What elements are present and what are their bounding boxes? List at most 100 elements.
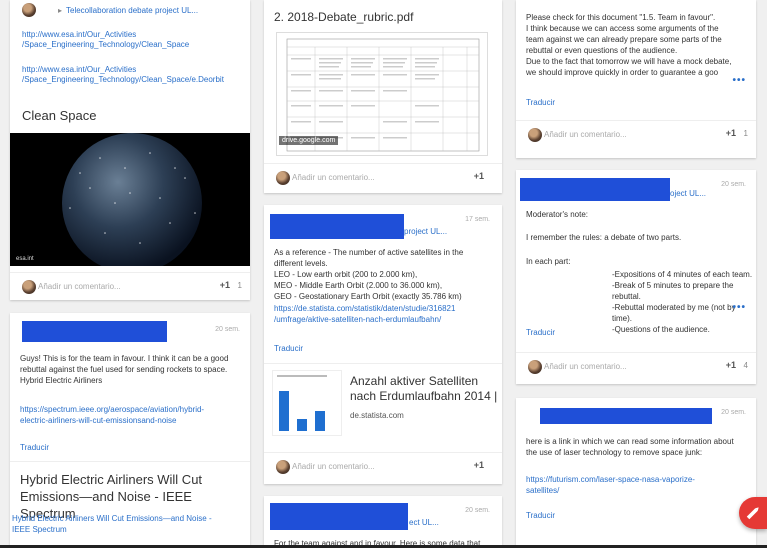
community-link[interactable]: oject UL... xyxy=(670,189,706,198)
avatar[interactable] xyxy=(22,3,36,17)
pdf-preview[interactable]: drive.google.com xyxy=(276,32,488,156)
translate-link[interactable]: Traducir xyxy=(526,328,555,337)
plus-one-button[interactable]: +1 xyxy=(474,171,484,181)
text-line: GEO - Geostationary Earth Orbit (exactly… xyxy=(274,292,462,301)
community-link[interactable]: Telecollaboration debate project UL... xyxy=(66,6,198,15)
plus-one-button[interactable]: +1 xyxy=(474,460,484,470)
ieee-link[interactable]: https://spectrum.ieee.org/aerospace/avia… xyxy=(20,404,204,426)
statista-chart-thumbnail[interactable] xyxy=(272,370,342,436)
avatar xyxy=(528,128,542,142)
redacted-author xyxy=(270,214,404,239)
post-time: 17 sem. xyxy=(465,216,490,223)
preview-divider xyxy=(10,461,250,462)
image-source-label: esa.int xyxy=(16,256,34,262)
comment-input[interactable]: Añadir un comentario... xyxy=(38,282,121,291)
redacted-author xyxy=(22,321,167,342)
link-line: /umfrage/aktive-satelliten-nach-erdumlau… xyxy=(274,315,442,324)
avatar xyxy=(276,460,290,474)
post-card-laser-space-junk: 20 sem. here is a link in which we can r… xyxy=(516,398,756,548)
text-line: Please check for this document "1.5. Tea… xyxy=(526,13,716,22)
community-link[interactable]: project UL... xyxy=(404,227,447,236)
plus-one-count: 1 xyxy=(743,129,748,138)
link-line: IEEE Spectrum xyxy=(12,525,67,534)
text-line: we should improve quickly in order to gu… xyxy=(526,68,719,77)
comment-row: Añadir un comentario... +1 xyxy=(264,163,502,191)
post-text: As a reference - The number of active sa… xyxy=(274,247,463,302)
translate-link[interactable]: Traducir xyxy=(20,443,49,452)
plus-one-button[interactable]: +1 xyxy=(726,360,736,370)
link-line: electric-airliners-will-cut-emissionsand… xyxy=(20,416,177,425)
link-line: Hybrid Electric Airliners Will Cut Emiss… xyxy=(12,514,212,523)
translate-link[interactable]: Traducir xyxy=(274,344,303,353)
document-source-label: drive.google.com xyxy=(279,136,339,145)
text-line: rebuttal or even questions of the audien… xyxy=(526,46,678,55)
plus-one-button[interactable]: +1 xyxy=(220,280,230,290)
earth-preview-image[interactable]: esa.int xyxy=(10,133,250,273)
post-card-team-in-favour: Please check for this document "1.5. Tea… xyxy=(516,0,756,158)
esa-link-1[interactable]: http://www.esa.int/Our_Activities /Space… xyxy=(22,30,189,50)
title-line: Hybrid Electric Airliners Will Cut xyxy=(20,472,203,487)
comment-row: Añadir un comentario... +1 1 xyxy=(10,272,250,300)
more-button[interactable]: ••• xyxy=(732,75,746,86)
avatar xyxy=(528,360,542,374)
plus-one-count: 1 xyxy=(237,281,242,290)
link-line: https://de.statista.com/statistik/daten/… xyxy=(274,304,456,313)
post-time: 20 sem. xyxy=(721,409,746,416)
comment-row: Añadir un comentario... +1 1 xyxy=(516,120,756,148)
futurism-link[interactable]: https://futurism.com/laser-space-nasa-va… xyxy=(526,474,695,496)
earth-debris-illustration xyxy=(62,133,202,273)
redacted-author xyxy=(270,503,408,530)
plus-one-count: 4 xyxy=(743,361,748,370)
breadcrumb-arrow-icon: ▸ xyxy=(58,6,63,15)
translate-link[interactable]: Traducir xyxy=(526,98,555,107)
preview-link[interactable]: Hybrid Electric Airliners Will Cut Emiss… xyxy=(12,513,212,535)
post-text: here is a link in which we can read some… xyxy=(526,436,734,458)
post-text: Guys! This is for the team in favour. I … xyxy=(20,353,228,386)
community-link[interactable]: ect UL... xyxy=(409,518,439,527)
each-part-label: In each part: xyxy=(526,257,571,266)
post-time: 20 sem. xyxy=(721,181,746,188)
avatar xyxy=(276,171,290,185)
post-card-satellites: project UL... 17 sem. As a reference - T… xyxy=(264,205,502,484)
preview-title[interactable]: Clean Space xyxy=(22,108,96,123)
translate-link[interactable]: Traducir xyxy=(526,511,555,520)
post-card-rubric: 2. 2018-Debate_rubric.pdf drive.google.c… xyxy=(264,0,502,193)
link-line: https://spectrum.ieee.org/aerospace/avia… xyxy=(20,405,205,414)
text-line: Guys! This is for the team in favour. I … xyxy=(20,354,229,363)
avatar xyxy=(22,280,36,294)
comment-row: Añadir un comentario... +1 xyxy=(264,452,502,480)
post-card-moderator-note: oject UL... 20 sem. Moderator's note: I … xyxy=(516,170,756,384)
preview-title[interactable]: Anzahl aktiver Satelliten nach Erdumlauf… xyxy=(350,374,497,404)
comment-input[interactable]: Añadir un comentario... xyxy=(292,173,375,182)
comment-input[interactable]: Añadir un comentario... xyxy=(544,130,627,139)
text-line: the use of laser technology to remove sp… xyxy=(526,448,703,457)
link-line: /Space_Engineering_Technology/Clean_Spac… xyxy=(22,75,224,84)
post-time: 20 sem. xyxy=(465,507,490,514)
rule-item: -Break of 5 minutes to prepare the rebut… xyxy=(612,281,734,301)
comment-input[interactable]: Añadir un comentario... xyxy=(544,362,627,371)
text-line: MEO - Middle Earth Orbit (2.000 to 36.00… xyxy=(274,281,443,290)
title-line: Anzahl aktiver Satelliten xyxy=(350,374,479,388)
post-card-hybrid-airliners: 20 sem. Guys! This is for the team in fa… xyxy=(10,313,250,548)
document-title[interactable]: 2. 2018-Debate_rubric.pdf xyxy=(274,10,413,24)
text-line: team against we can already prepare some… xyxy=(526,35,722,44)
bar-chart-icon xyxy=(277,375,327,431)
text-line: As a reference - The number of active sa… xyxy=(274,248,464,257)
preview-source: de.statista.com xyxy=(350,411,404,420)
esa-link-2[interactable]: http://www.esa.int/Our_Activities /Space… xyxy=(22,65,224,85)
text-line: Hybrid Electric Airliners xyxy=(20,376,103,385)
rule-item: -Questions of the audience. xyxy=(612,325,710,334)
link-line: satellites/ xyxy=(526,486,560,495)
text-line: LEO - Low earth orbit (200 to 2.000 km), xyxy=(274,270,418,279)
link-line: http://www.esa.int/Our_Activities xyxy=(22,30,137,39)
moderator-note-title: Moderator's note: xyxy=(526,210,589,219)
link-line: http://www.esa.int/Our_Activities xyxy=(22,65,137,74)
comment-input[interactable]: Añadir un comentario... xyxy=(292,462,375,471)
text-line: here is a link in which we can read some… xyxy=(526,437,734,446)
plus-one-button[interactable]: +1 xyxy=(726,128,736,138)
comment-row: Añadir un comentario... +1 4 xyxy=(516,352,756,380)
text-line: I think because we can access some argum… xyxy=(526,24,719,33)
compose-fab[interactable] xyxy=(739,497,767,529)
more-button[interactable]: ••• xyxy=(732,302,746,313)
statista-link[interactable]: https://de.statista.com/statistik/daten/… xyxy=(274,303,455,325)
